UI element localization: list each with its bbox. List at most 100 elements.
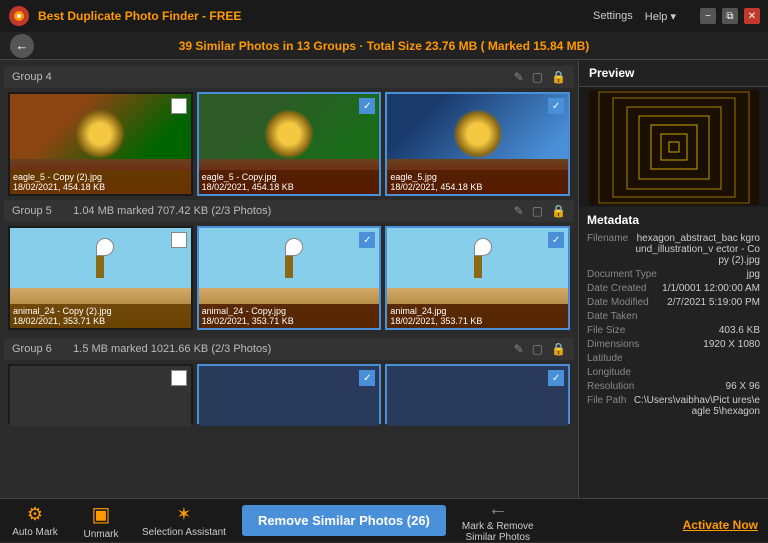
meta-dimensions: Dimensions 1920 X 1080: [587, 339, 760, 350]
metadata-section: Metadata Filename hexagon_abstract_bac k…: [579, 207, 768, 498]
group-4-lock-icon[interactable]: 🔒: [551, 70, 566, 84]
preview-header: Preview: [579, 60, 768, 87]
minimize-button[interactable]: −: [700, 8, 716, 24]
group-4-header: Group 4 ✎ ▢ 🔒: [4, 66, 574, 88]
meta-filesize-value: 403.6 KB: [719, 325, 760, 336]
main-content: Group 4 ✎ ▢ 🔒 eagle_5 - Copy (2).jpg18/0…: [0, 60, 768, 498]
photo-checkbox-6[interactable]: ✓: [548, 232, 564, 248]
group-5-lock-icon[interactable]: 🔒: [551, 204, 566, 218]
unmark-button[interactable]: ▣ Unmark: [76, 502, 126, 540]
photo-item[interactable]: eagle_5 - Copy (2).jpg18/02/2021, 454.18…: [8, 92, 193, 196]
photo-item[interactable]: [8, 364, 193, 424]
restore-button[interactable]: ⧉: [722, 8, 738, 24]
meta-dimensions-label: Dimensions: [587, 339, 639, 350]
meta-resolution: Resolution 96 X 96: [587, 381, 760, 392]
photo-label-3: eagle_5.jpg18/02/2021, 454.18 KB: [387, 170, 568, 194]
group-5-label: Group 5 1.04 MB marked 707.42 KB (2/3 Ph…: [12, 205, 271, 217]
meta-modified-label: Date Modified: [587, 297, 649, 308]
group-6-edit-icon[interactable]: ✎: [514, 342, 524, 356]
meta-filesize: File Size 403.6 KB: [587, 325, 760, 336]
group-4-section: Group 4 ✎ ▢ 🔒 eagle_5 - Copy (2).jpg18/0…: [4, 66, 574, 196]
photo-checkbox-8[interactable]: ✓: [359, 370, 375, 386]
group-5-header: Group 5 1.04 MB marked 707.42 KB (2/3 Ph…: [4, 200, 574, 222]
unmark-icon: ▣: [92, 502, 111, 527]
photo-label-6: animal_24.jpg18/02/2021, 353.71 KB: [387, 304, 568, 328]
meta-taken: Date Taken: [587, 311, 760, 322]
photo-item[interactable]: animal_24 - Copy (2).jpg18/02/2021, 353.…: [8, 226, 193, 330]
group-5-check-icon[interactable]: ▢: [532, 204, 543, 218]
meta-created: Date Created 1/1/0001 12:00:00 AM: [587, 283, 760, 294]
auto-mark-icon: ⚙: [27, 504, 43, 525]
group-4-label: Group 4: [12, 71, 52, 83]
meta-created-label: Date Created: [587, 283, 646, 294]
meta-filepath: File Path C:\Users\vaibhav\Pict ures\eag…: [587, 395, 760, 417]
arrow-icon: ←: [488, 498, 508, 521]
photo-checkbox-2[interactable]: ✓: [359, 98, 375, 114]
group-4-controls: ✎ ▢ 🔒: [514, 70, 566, 84]
meta-filesize-label: File Size: [587, 325, 625, 336]
group-5-controls: ✎ ▢ 🔒: [514, 204, 566, 218]
arrow-mark-remove-label: ← Mark & RemoveSimilar Photos: [462, 498, 534, 543]
group-6-check-icon[interactable]: ▢: [532, 342, 543, 356]
meta-modified: Date Modified 2/7/2021 5:19:00 PM: [587, 297, 760, 308]
meta-filepath-value: C:\Users\vaibhav\Pict ures\eagle 5\hexag…: [630, 395, 760, 417]
group-6-label: Group 6 1.5 MB marked 1021.66 KB (2/3 Ph…: [12, 343, 271, 355]
meta-doctype: Document Type jpg: [587, 269, 760, 280]
meta-created-value: 1/1/0001 12:00:00 AM: [662, 283, 760, 294]
group-5-photos: animal_24 - Copy (2).jpg18/02/2021, 353.…: [4, 226, 574, 330]
photo-label-1: eagle_5 - Copy (2).jpg18/02/2021, 454.18…: [10, 170, 191, 194]
group-4-photos: eagle_5 - Copy (2).jpg18/02/2021, 454.18…: [4, 92, 574, 196]
photo-list[interactable]: Group 4 ✎ ▢ 🔒 eagle_5 - Copy (2).jpg18/0…: [0, 60, 578, 498]
photo-item[interactable]: ✓ eagle_5.jpg18/02/2021, 454.18 KB: [385, 92, 570, 196]
photo-item[interactable]: ✓ animal_24 - Copy.jpg18/02/2021, 353.71…: [197, 226, 382, 330]
meta-dimensions-value: 1920 X 1080: [703, 339, 760, 350]
title-bar-controls: Settings Help ▾ − ⧉ ✕: [593, 8, 760, 24]
meta-longitude: Longitude: [587, 367, 760, 378]
group-6-lock-icon[interactable]: 🔒: [551, 342, 566, 356]
photo-checkbox-5[interactable]: ✓: [359, 232, 375, 248]
sub-header-text: 39 Similar Photos in 13 Groups · Total S…: [179, 39, 590, 53]
preview-image: [589, 90, 759, 205]
meta-doctype-value: jpg: [747, 269, 760, 280]
photo-checkbox-4[interactable]: [171, 232, 187, 248]
photo-item[interactable]: ✓ eagle_5 - Copy.jpg18/02/2021, 454.18 K…: [197, 92, 382, 196]
meta-filename: Filename hexagon_abstract_bac kground_il…: [587, 233, 760, 266]
photo-checkbox-7[interactable]: [171, 370, 187, 386]
remove-similar-photos-button[interactable]: Remove Similar Photos (26): [242, 505, 446, 536]
group-5-edit-icon[interactable]: ✎: [514, 204, 524, 218]
selection-assistant-button[interactable]: ✶ Selection Assistant: [142, 504, 226, 538]
back-button[interactable]: ←: [10, 34, 34, 58]
photo-item[interactable]: ✓: [385, 364, 570, 424]
photo-checkbox-1[interactable]: [171, 98, 187, 114]
preview-image-area: [579, 87, 768, 207]
meta-resolution-value: 96 X 96: [726, 381, 760, 392]
meta-filename-label: Filename: [587, 233, 628, 266]
meta-resolution-label: Resolution: [587, 381, 634, 392]
close-button[interactable]: ✕: [744, 8, 760, 24]
activate-now-button[interactable]: Activate Now: [683, 518, 758, 532]
selection-assistant-icon: ✶: [176, 504, 191, 525]
photo-item[interactable]: ✓: [197, 364, 382, 424]
meta-longitude-label: Longitude: [587, 367, 631, 378]
meta-taken-label: Date Taken: [587, 311, 637, 322]
group-6-header: Group 6 1.5 MB marked 1021.66 KB (2/3 Ph…: [4, 338, 574, 360]
photo-item[interactable]: ✓ animal_24.jpg18/02/2021, 353.71 KB: [385, 226, 570, 330]
preview-panel: Preview Metadata Filename hexagon_abstra…: [578, 60, 768, 498]
photo-label-5: animal_24 - Copy.jpg18/02/2021, 353.71 K…: [199, 304, 380, 328]
auto-mark-button[interactable]: ⚙ Auto Mark: [10, 504, 60, 538]
group-4-check-icon[interactable]: ▢: [532, 70, 543, 84]
settings-link[interactable]: Settings: [593, 10, 633, 22]
meta-filename-value: hexagon_abstract_bac kground_illustratio…: [632, 233, 760, 266]
unmark-label: Unmark: [83, 529, 118, 540]
bottom-toolbar: ⚙ Auto Mark ▣ Unmark ✶ Selection Assista…: [0, 498, 768, 542]
photo-checkbox-3[interactable]: ✓: [548, 98, 564, 114]
placeholder-image: [199, 366, 380, 426]
group-5-section: Group 5 1.04 MB marked 707.42 KB (2/3 Ph…: [4, 200, 574, 330]
meta-latitude-label: Latitude: [587, 353, 623, 364]
help-link[interactable]: Help ▾: [645, 10, 676, 23]
sub-header: ← 39 Similar Photos in 13 Groups · Total…: [0, 32, 768, 60]
window-controls: − ⧉ ✕: [700, 8, 760, 24]
group-4-edit-icon[interactable]: ✎: [514, 70, 524, 84]
photo-label-2: eagle_5 - Copy.jpg18/02/2021, 454.18 KB: [199, 170, 380, 194]
photo-checkbox-9[interactable]: ✓: [548, 370, 564, 386]
